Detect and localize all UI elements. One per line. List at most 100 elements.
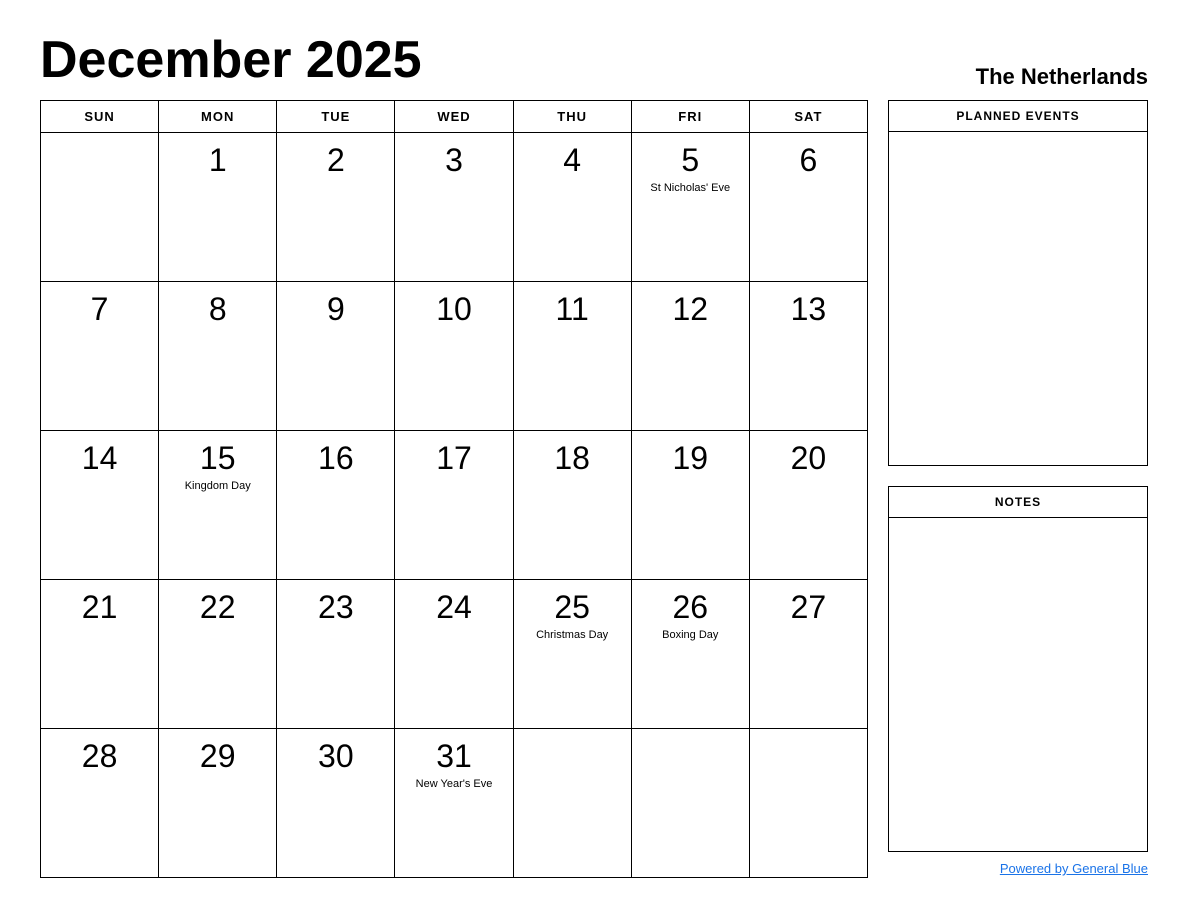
day-cell-inner: 6 <box>760 141 857 179</box>
dow-header-sat: SAT <box>749 101 867 133</box>
month-title: December 2025 <box>40 30 422 90</box>
day-number: 22 <box>200 588 236 626</box>
calendar-week-4: 21 22 23 24 25Christmas Day26Boxing Day 27 <box>41 580 868 729</box>
calendar-cell: 21 <box>41 580 159 729</box>
day-number: 13 <box>791 290 827 328</box>
day-cell-inner: 16 <box>287 439 384 477</box>
day-cell-inner: 13 <box>760 290 857 328</box>
dow-header-sun: SUN <box>41 101 159 133</box>
calendar-cell: 8 <box>159 282 277 431</box>
planned-events-box: PLANNED EVENTS <box>888 100 1148 466</box>
footer: Powered by General Blue <box>888 860 1148 878</box>
day-number: 18 <box>554 439 590 477</box>
day-number: 23 <box>318 588 354 626</box>
day-number: 1 <box>209 141 227 179</box>
calendar-cell: 24 <box>395 580 513 729</box>
day-cell-inner: 4 <box>524 141 621 179</box>
day-cell-inner: 19 <box>642 439 739 477</box>
day-cell-inner: 30 <box>287 737 384 775</box>
calendar-cell: 26Boxing Day <box>631 580 749 729</box>
day-event: Kingdom Day <box>185 479 251 493</box>
day-cell-inner: 2 <box>287 141 384 179</box>
day-number: 3 <box>445 141 463 179</box>
calendar-section: SUNMONTUEWEDTHUFRISAT 12345St Nicholas' … <box>40 100 868 878</box>
planned-events-title: PLANNED EVENTS <box>889 101 1147 132</box>
country-title: The Netherlands <box>976 64 1148 90</box>
day-cell-inner: 14 <box>51 439 148 477</box>
calendar-cell: 11 <box>513 282 631 431</box>
calendar-cell <box>749 729 867 878</box>
calendar-week-2: 7 8 9 10 11 12 13 <box>41 282 868 431</box>
day-number: 27 <box>791 588 827 626</box>
dow-header-tue: TUE <box>277 101 395 133</box>
day-number: 17 <box>436 439 472 477</box>
calendar-cell: 10 <box>395 282 513 431</box>
day-number: 11 <box>556 290 589 328</box>
day-number: 14 <box>82 439 118 477</box>
day-number: 12 <box>672 290 708 328</box>
calendar-cell: 12 <box>631 282 749 431</box>
calendar-cell: 18 <box>513 431 631 580</box>
calendar-cell: 29 <box>159 729 277 878</box>
day-number: 7 <box>91 290 109 328</box>
calendar-cell: 1 <box>159 133 277 282</box>
day-cell-inner: 24 <box>405 588 502 626</box>
day-cell-inner: 22 <box>169 588 266 626</box>
calendar-cell: 27 <box>749 580 867 729</box>
days-of-week-row: SUNMONTUEWEDTHUFRISAT <box>41 101 868 133</box>
day-number: 10 <box>436 290 472 328</box>
calendar-cell: 17 <box>395 431 513 580</box>
day-cell-inner: 3 <box>405 141 502 179</box>
day-number: 5 <box>681 141 699 179</box>
day-cell-inner: 15 Kingdom Day <box>169 439 266 494</box>
calendar-cell: 30 <box>277 729 395 878</box>
day-number: 16 <box>318 439 354 477</box>
day-event: St Nicholas' Eve <box>650 181 730 195</box>
powered-by-link[interactable]: Powered by General Blue <box>1000 861 1148 876</box>
day-cell-inner: 28 <box>51 737 148 775</box>
day-cell-inner: 11 <box>524 290 621 328</box>
day-event: Christmas Day <box>536 628 608 642</box>
day-number: 30 <box>318 737 354 775</box>
day-cell-inner: 17 <box>405 439 502 477</box>
day-cell-inner: 18 <box>524 439 621 477</box>
day-cell-inner: 8 <box>169 290 266 328</box>
day-cell-inner: 20 <box>760 439 857 477</box>
calendar-table: SUNMONTUEWEDTHUFRISAT 12345St Nicholas' … <box>40 100 868 878</box>
notes-title: NOTES <box>889 487 1147 518</box>
day-cell-inner: 10 <box>405 290 502 328</box>
day-number: 6 <box>800 141 818 179</box>
day-number: 8 <box>209 290 227 328</box>
calendar-cell: 5 St Nicholas' Eve <box>631 133 749 282</box>
page-header: December 2025 The Netherlands <box>40 30 1148 90</box>
day-event: New Year's Eve <box>416 777 493 791</box>
day-number: 26 <box>672 588 708 626</box>
day-number: 31 <box>436 737 472 775</box>
dow-header-fri: FRI <box>631 101 749 133</box>
calendar-cell: 19 <box>631 431 749 580</box>
day-number: 19 <box>672 439 708 477</box>
calendar-cell: 7 <box>41 282 159 431</box>
notes-box: NOTES <box>888 486 1148 852</box>
calendar-cell: 20 <box>749 431 867 580</box>
calendar-cell <box>41 133 159 282</box>
calendar-week-1: 1 2 3 4 5 St Nicholas' Eve 6 <box>41 133 868 282</box>
day-number: 4 <box>563 141 581 179</box>
day-cell-inner: 25Christmas Day <box>524 588 621 643</box>
calendar-week-3: 14 15 Kingdom Day 16 17 18 19 20 <box>41 431 868 580</box>
day-number: 9 <box>327 290 345 328</box>
day-number: 24 <box>436 588 472 626</box>
day-number: 15 <box>200 439 236 477</box>
day-cell-inner: 29 <box>169 737 266 775</box>
calendar-cell <box>631 729 749 878</box>
day-cell-inner: 5 St Nicholas' Eve <box>642 141 739 196</box>
day-cell-inner: 7 <box>51 290 148 328</box>
calendar-cell: 13 <box>749 282 867 431</box>
day-cell-inner: 21 <box>51 588 148 626</box>
main-layout: SUNMONTUEWEDTHUFRISAT 12345St Nicholas' … <box>40 100 1148 878</box>
calendar-week-5: 28 29 30 31 New Year's Eve <box>41 729 868 878</box>
calendar-cell: 3 <box>395 133 513 282</box>
dow-header-mon: MON <box>159 101 277 133</box>
calendar-cell: 4 <box>513 133 631 282</box>
day-cell-inner: 12 <box>642 290 739 328</box>
